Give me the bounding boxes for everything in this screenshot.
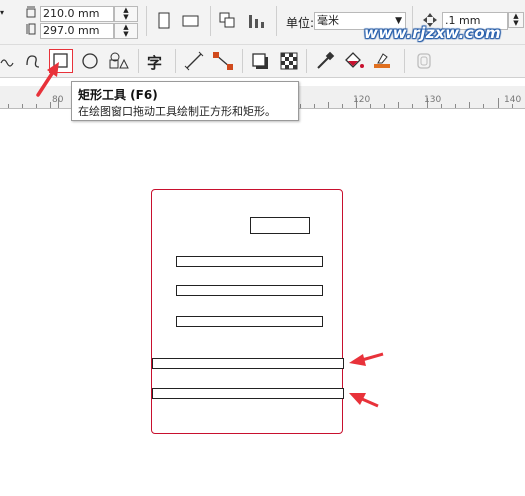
arrow-to-full-width-rectangle-2 [349, 393, 379, 408]
arrow-to-full-width-rectangle-1 [349, 352, 384, 366]
annotation-arrows [36, 62, 384, 408]
arrow-to-rectangle-tool [36, 62, 59, 97]
